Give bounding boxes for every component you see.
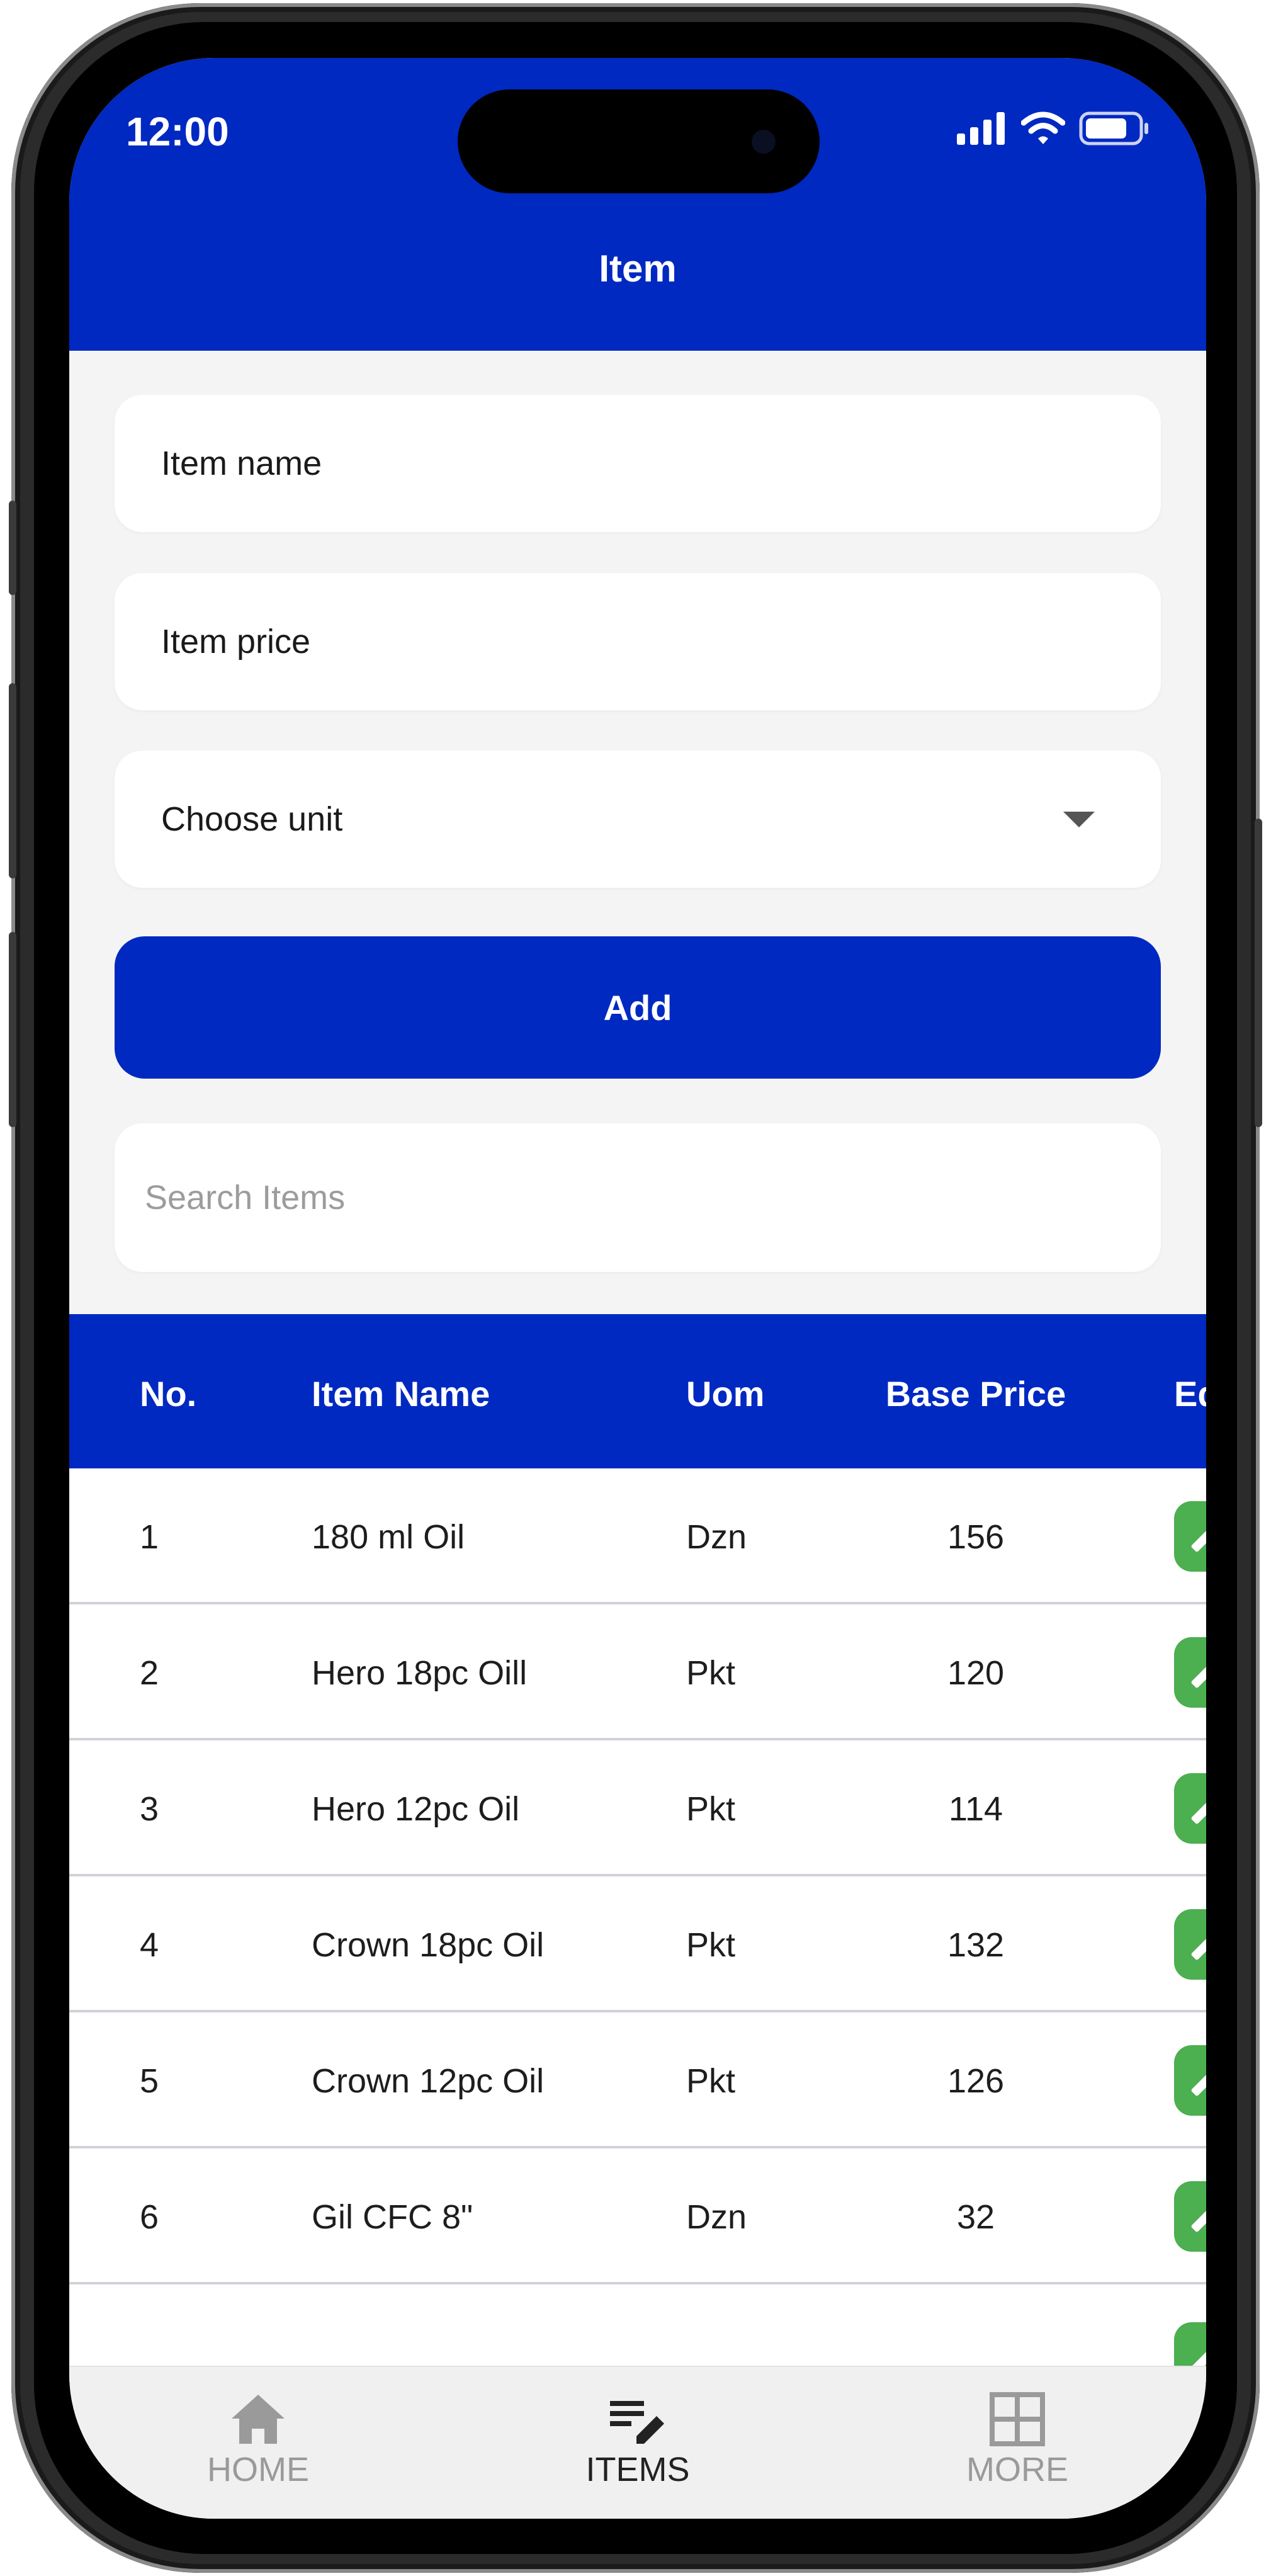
cell-no: 3 <box>140 1790 159 1828</box>
cell-base-price: 132 <box>947 1926 1005 1964</box>
nav-more[interactable]: MORE <box>891 2392 1143 2489</box>
volume-down-button <box>9 932 16 1127</box>
header-uom: Uom <box>686 1374 765 1414</box>
cell-item-name: Hero 12pc Oil <box>312 1790 520 1828</box>
item-price-input[interactable]: Item price <box>115 573 1161 710</box>
nav-items[interactable]: ITEMS <box>512 2392 764 2489</box>
dynamic-island <box>458 89 820 193</box>
cell-base-price: 126 <box>947 2062 1005 2100</box>
edit-pencil-icon[interactable] <box>1174 1501 1206 1572</box>
battery-icon <box>1079 111 1148 145</box>
cell-no: 5 <box>140 2062 159 2100</box>
edit-pencil-icon[interactable] <box>1174 2181 1206 2252</box>
cell-uom: Pkt <box>686 1790 736 1828</box>
cell-item-name: Gil CFC 8" <box>312 2198 473 2236</box>
cell-item-name: Crown 12pc Oil <box>312 2062 545 2100</box>
edit-pencil-icon[interactable] <box>1174 1637 1206 1708</box>
cell-uom: Dzn <box>686 2198 747 2236</box>
nav-home-label: HOME <box>207 2451 309 2488</box>
dropdown-arrow-icon <box>1063 812 1095 827</box>
app-header: 12:00 Item <box>69 58 1206 351</box>
cell-item-name: Crown 18pc Oil <box>312 1926 545 1964</box>
table-row: 6 Gil CFC 8" Dzn 32 <box>69 2148 1206 2284</box>
cell-no: 6 <box>140 2198 159 2236</box>
wifi-icon <box>1021 111 1065 144</box>
cell-no: 2 <box>140 1654 159 1692</box>
app-screen: 12:00 Item Item name Item price Choose u… <box>69 58 1206 2519</box>
bottom-navigation: HOME ITEMS MORE <box>69 2366 1206 2519</box>
volume-up-button <box>9 683 16 878</box>
item-name-input[interactable]: Item name <box>115 395 1161 532</box>
table-row: 2 Hero 18pc Oill Pkt 120 <box>69 1604 1206 1740</box>
home-icon <box>232 2395 285 2444</box>
header-no: No. <box>140 1374 197 1414</box>
camera-icon <box>752 130 776 154</box>
table-header: No. Item Name Uom Base Price Edit <box>69 1314 1206 1468</box>
table-row: 4 Crown 18pc Oil Pkt 132 <box>69 1876 1206 2012</box>
header-edit: Edit <box>1174 1374 1206 1414</box>
cell-no: 4 <box>140 1926 159 1964</box>
edit-pencil-icon[interactable] <box>1174 2045 1206 2116</box>
grid-icon <box>990 2392 1045 2446</box>
signal-icon <box>957 112 1005 145</box>
search-placeholder: Search Items <box>145 1179 346 1217</box>
power-button <box>1255 819 1262 1127</box>
cell-no: 1 <box>140 1518 159 1556</box>
mute-switch <box>9 501 16 595</box>
status-icons <box>957 111 1150 145</box>
cell-base-price: 114 <box>948 1790 1003 1828</box>
cell-base-price: 156 <box>947 1518 1005 1556</box>
cell-item-name: Hero 18pc Oill <box>312 1654 528 1692</box>
cell-item-name: 180 ml Oil <box>312 1518 465 1556</box>
edit-pencil-icon[interactable] <box>1174 1909 1206 1980</box>
search-input[interactable]: Search Items <box>115 1123 1161 1272</box>
nav-home[interactable]: HOME <box>132 2392 384 2489</box>
status-time: 12:00 <box>126 109 229 154</box>
table-row-partial <box>69 2284 1206 2393</box>
cell-uom: Pkt <box>686 1654 736 1692</box>
cell-base-price: 32 <box>956 2198 995 2236</box>
edit-pencil-icon[interactable] <box>1174 1773 1206 1844</box>
cell-base-price: 120 <box>947 1654 1005 1692</box>
page-title: Item <box>599 247 677 290</box>
add-button[interactable]: Add <box>115 936 1161 1079</box>
table-row: 5 Crown 12pc Oil Pkt 126 <box>69 2012 1206 2148</box>
cell-uom: Pkt <box>686 1926 736 1964</box>
edit-list-icon <box>610 2401 664 2444</box>
table-row: 1 180 ml Oil Dzn 156 <box>69 1468 1206 1604</box>
cell-uom: Dzn <box>686 1518 747 1556</box>
header-item-name: Item Name <box>312 1374 490 1414</box>
unit-select[interactable]: Choose unit <box>115 751 1161 888</box>
cell-uom: Pkt <box>686 2062 736 2100</box>
nav-items-label: ITEMS <box>585 2451 690 2488</box>
item-name-placeholder: Item name <box>161 445 322 482</box>
header-base-price: Base Price <box>885 1374 1066 1414</box>
nav-more-label: MORE <box>966 2451 1068 2488</box>
unit-select-value: Choose unit <box>161 800 343 838</box>
item-price-placeholder: Item price <box>161 623 311 661</box>
table-row: 3 Hero 12pc Oil Pkt 114 <box>69 1740 1206 1876</box>
